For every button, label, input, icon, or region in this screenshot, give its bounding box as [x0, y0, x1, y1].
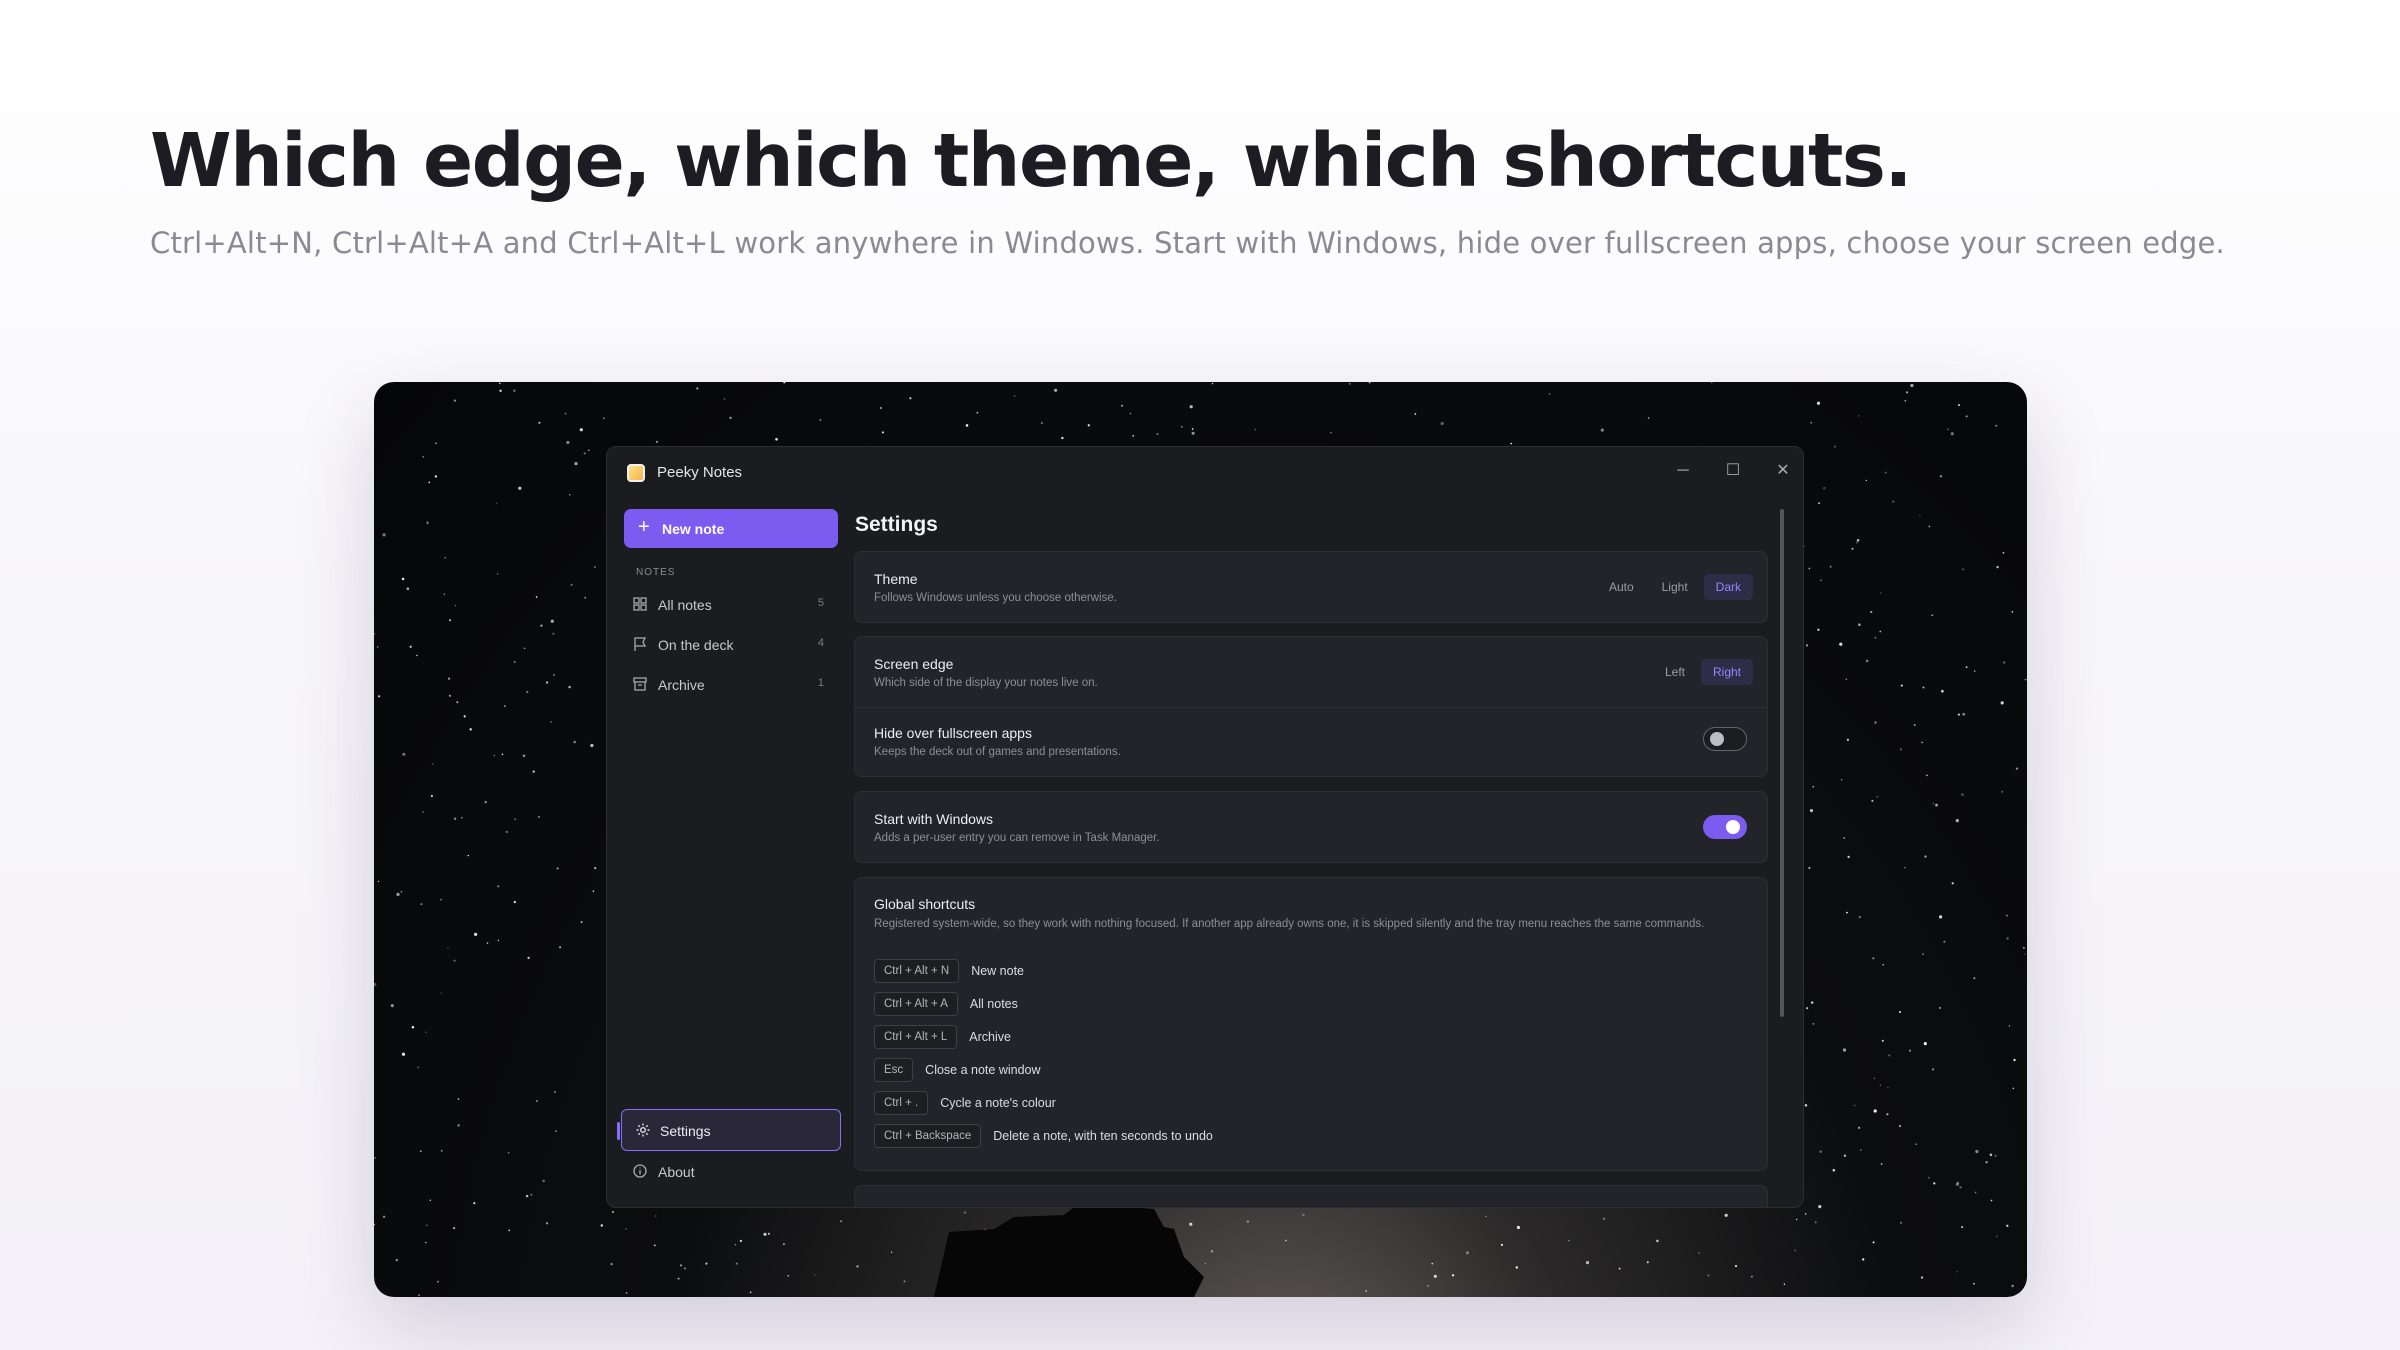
- shortcut-row: Ctrl + . Cycle a note's colour: [874, 1090, 1056, 1116]
- new-note-button[interactable]: + New note: [624, 509, 838, 548]
- archive-icon: [633, 677, 647, 691]
- sidebar-item-label: Archive: [658, 677, 705, 693]
- shortcut-row: Ctrl + Alt + N New note: [874, 958, 1024, 984]
- sidebar-item-label: Settings: [660, 1123, 711, 1139]
- gear-icon: [636, 1123, 650, 1137]
- display-card: Screen edge Which side of the display yo…: [854, 636, 1768, 777]
- start-windows-description: Adds a per-user entry you can remove in …: [874, 832, 1160, 844]
- sidebar-item-archive[interactable]: Archive 1: [632, 670, 838, 700]
- shortcuts-title: Global shortcuts: [874, 896, 976, 912]
- next-card: [854, 1185, 1768, 1207]
- shortcut-action: Delete a note, with ten seconds to undo: [993, 1129, 1213, 1143]
- app-window: Peeky Notes ─ ☐ ✕ + New note NOTES All n…: [606, 446, 1804, 1208]
- app-logo-icon: [627, 464, 645, 482]
- shortcuts-description: Registered system-wide, so they work wit…: [874, 918, 1705, 930]
- shortcut-keys: Ctrl + Backspace: [874, 1124, 982, 1148]
- close-icon[interactable]: ✕: [1768, 459, 1798, 483]
- maximize-icon[interactable]: ☐: [1718, 459, 1748, 483]
- hide-fullscreen-toggle[interactable]: [1703, 727, 1747, 751]
- sidebar-item-all-notes[interactable]: All notes 5: [632, 590, 838, 620]
- shortcut-action: Close a note window: [925, 1063, 1041, 1077]
- shortcut-keys: Ctrl + .: [874, 1091, 929, 1115]
- theme-option-light[interactable]: Light: [1650, 574, 1700, 600]
- theme-title: Theme: [874, 571, 918, 587]
- new-note-label: New note: [662, 521, 725, 537]
- screenshot-showcase: Peeky Notes ─ ☐ ✕ + New note NOTES All n…: [374, 382, 2027, 1297]
- sidebar-item-count: 4: [817, 637, 824, 649]
- grid-icon: [633, 597, 647, 611]
- sidebar-item-settings[interactable]: Settings: [617, 1109, 841, 1151]
- hide-fullscreen-description: Keeps the deck out of games and presenta…: [874, 746, 1121, 758]
- start-windows-toggle[interactable]: [1703, 815, 1747, 839]
- hide-fullscreen-title: Hide over fullscreen apps: [874, 725, 1032, 741]
- active-indicator: [617, 1122, 620, 1140]
- info-icon: [633, 1164, 647, 1178]
- sidebar-item-label: On the deck: [658, 637, 734, 653]
- start-windows-title: Start with Windows: [874, 811, 994, 827]
- edge-option-right[interactable]: Right: [1700, 659, 1753, 685]
- toggle-knob: [1726, 820, 1740, 834]
- sidebar-item-about[interactable]: About: [632, 1157, 838, 1187]
- shortcut-action: Cycle a note's colour: [940, 1096, 1056, 1110]
- theme-card: Theme Follows Windows unless you choose …: [854, 551, 1768, 623]
- minimize-icon[interactable]: ─: [1668, 459, 1698, 483]
- shortcut-action: Archive: [969, 1030, 1011, 1044]
- title-bar[interactable]: Peeky Notes ─ ☐ ✕: [607, 447, 1803, 499]
- shortcut-row: Ctrl + Alt + A All notes: [874, 991, 1018, 1017]
- shortcut-action: New note: [971, 964, 1024, 978]
- theme-option-dark[interactable]: Dark: [1703, 574, 1753, 600]
- sidebar-item-count: 5: [817, 597, 824, 609]
- page-title: Settings: [855, 513, 938, 536]
- theme-segmented-control: Auto Light Dark: [1597, 574, 1753, 600]
- plus-icon: +: [638, 516, 650, 538]
- sidebar-item-label: About: [658, 1164, 695, 1180]
- shortcut-row: Ctrl + Backspace Delete a note, with ten…: [874, 1123, 1213, 1149]
- screen-edge-title: Screen edge: [874, 656, 954, 672]
- sidebar-item-label: All notes: [658, 597, 712, 613]
- hero-subtitle: Ctrl+Alt+N, Ctrl+Alt+A and Ctrl+Alt+L wo…: [150, 226, 2225, 260]
- shortcut-keys: Ctrl + Alt + A: [874, 992, 958, 1016]
- shortcut-keys: Ctrl + Alt + L: [874, 1025, 958, 1049]
- shortcuts-card: Global shortcuts Registered system-wide,…: [854, 877, 1768, 1171]
- toggle-knob: [1710, 732, 1724, 746]
- startup-card: Start with Windows Adds a per-user entry…: [854, 791, 1768, 863]
- hero-title: Which edge, which theme, which shortcuts…: [150, 118, 1913, 204]
- shortcut-action: All notes: [969, 997, 1018, 1011]
- shortcut-row: Esc Close a note window: [874, 1057, 1041, 1083]
- theme-option-auto[interactable]: Auto: [1597, 574, 1646, 600]
- flag-icon: [634, 637, 647, 651]
- notes-section-label: NOTES: [636, 567, 676, 578]
- sidebar-item-on-the-deck[interactable]: On the deck 4: [632, 630, 838, 660]
- window-title: Peeky Notes: [657, 464, 743, 481]
- screen-edge-segmented-control: Left Right: [1653, 659, 1753, 685]
- shortcut-keys: Esc: [874, 1058, 914, 1082]
- shortcut-keys: Ctrl + Alt + N: [874, 959, 960, 983]
- screen-edge-description: Which side of the display your notes liv…: [874, 677, 1098, 689]
- shortcut-row: Ctrl + Alt + L Archive: [874, 1024, 1011, 1050]
- edge-option-left[interactable]: Left: [1653, 659, 1697, 685]
- scrollbar-thumb[interactable]: [1780, 509, 1784, 1017]
- row-divider: [855, 707, 1767, 708]
- sidebar-item-count: 1: [817, 677, 824, 689]
- theme-description: Follows Windows unless you choose otherw…: [874, 592, 1117, 604]
